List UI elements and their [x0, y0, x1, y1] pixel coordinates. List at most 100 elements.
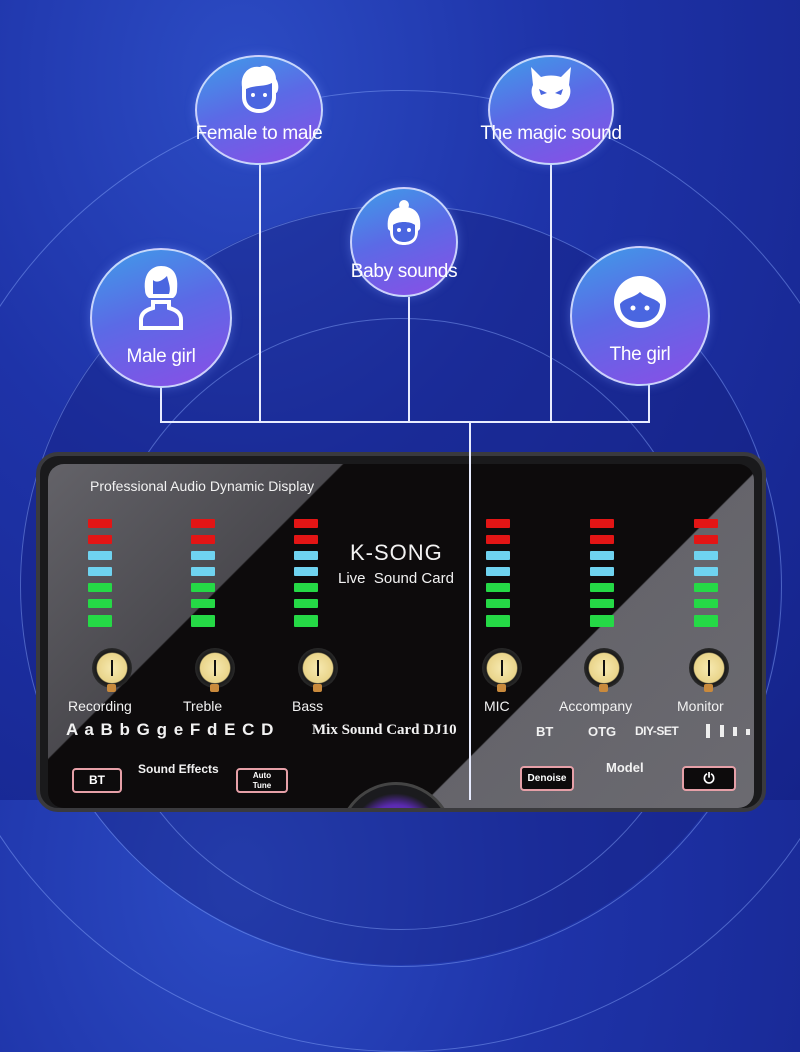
meter-segment-green [191, 583, 215, 592]
effect-label: The magic sound [480, 123, 622, 144]
meter-segment-green [590, 615, 614, 627]
effect-label: The girl [609, 344, 671, 365]
meter-segment-red [88, 535, 112, 544]
mode-diy-set: DIY-SET [635, 724, 679, 738]
knob-label: Bass [292, 698, 324, 714]
meter-segment-blue [191, 567, 215, 576]
meter-segment-blue [694, 551, 718, 560]
brand-subtitle: Live Sound Card [338, 570, 454, 587]
knob-label: Accompany [559, 698, 633, 714]
connector-line [648, 385, 650, 422]
meter-segment-green [486, 615, 510, 627]
girl-face-icon [614, 276, 666, 328]
model-name: Mix Sound Card DJ10 [312, 722, 457, 738]
meter-segment-blue [486, 551, 510, 560]
sound-card-device: Professional Audio Dynamic Display K-SON… [36, 452, 766, 812]
meter-segment-green [294, 615, 318, 627]
meter-segment-red [191, 535, 215, 544]
knob-bass[interactable] [298, 648, 338, 692]
meter-segment-red [294, 535, 318, 544]
meter-segment-green [590, 583, 614, 592]
effect-label: Male girl [126, 346, 196, 367]
effect-label: Baby sounds [350, 261, 458, 282]
power-button[interactable]: ⏻ [682, 766, 736, 791]
model-label: Model [606, 760, 644, 775]
woman-bust-icon [139, 266, 183, 330]
meter-segment-blue [294, 567, 318, 576]
effect-magic-sound[interactable]: The magic sound [480, 55, 622, 165]
connector-line [160, 385, 162, 422]
connector-line [259, 162, 261, 422]
meter-segment-blue [694, 567, 718, 576]
denoise-button[interactable]: Denoise [520, 766, 574, 791]
knob-label: MIC [484, 698, 510, 714]
meter-segment-green [486, 599, 510, 608]
devil-face-icon [531, 67, 571, 109]
knob-recording[interactable] [92, 648, 132, 692]
auto-tune-label: Tune [252, 781, 272, 790]
meter-segment-green [694, 583, 718, 592]
meter-segment-red [88, 519, 112, 528]
meter-segment-red [590, 519, 614, 528]
mode-indicator-bar [733, 727, 737, 736]
auto-tune-label: Auto [252, 771, 272, 780]
mode-bt: BT [536, 724, 554, 739]
meter-segment-blue [294, 551, 318, 560]
meter-segment-blue [590, 551, 614, 560]
meter-segment-red [486, 535, 510, 544]
meter-segment-green [88, 615, 112, 627]
connector-bus [160, 421, 650, 423]
meter-segment-green [294, 599, 318, 608]
effect-label: Female to male [195, 123, 323, 144]
brand-title: K-SONG [350, 540, 443, 565]
meter-segment-red [191, 519, 215, 528]
effect-baby-sounds[interactable]: Baby sounds [350, 187, 458, 297]
meter-segment-blue [88, 551, 112, 560]
meter-segment-red [694, 535, 718, 544]
meter-segment-blue [88, 567, 112, 576]
meter-segment-blue [590, 567, 614, 576]
knob-treble[interactable] [195, 648, 235, 692]
panel-reflection [48, 464, 754, 808]
knob-accompany[interactable] [584, 648, 624, 692]
mode-indicator-bar [720, 725, 724, 737]
effect-female-to-male[interactable]: Female to male [195, 55, 323, 165]
denoise-button-label: Denoise [527, 773, 567, 784]
meter-segment-green [88, 583, 112, 592]
meter-segment-green [590, 599, 614, 608]
knob-label: Recording [68, 698, 132, 714]
meter-segment-green [191, 599, 215, 608]
mode-otg: OTG [588, 724, 617, 739]
effect-male-girl[interactable]: Male girl [90, 248, 232, 388]
device-front-panel: Professional Audio Dynamic Display K-SON… [48, 464, 754, 808]
power-icon: ⏻ [703, 770, 715, 786]
connector-line [408, 297, 410, 422]
connector-line [550, 162, 552, 422]
meter-segment-green [486, 583, 510, 592]
connector-trunk [469, 421, 471, 800]
meter-segment-blue [191, 551, 215, 560]
effect-the-girl[interactable]: The girl [570, 246, 710, 386]
meter-segment-green [191, 615, 215, 627]
meter-segment-red [590, 535, 614, 544]
bt-button[interactable]: BT [72, 768, 122, 793]
meter-segment-red [294, 519, 318, 528]
effect-keys: A a B b G g e F d E C D [66, 720, 275, 739]
knob-monitor[interactable] [689, 648, 729, 692]
bt-button-label: BT [89, 773, 105, 787]
knob-label: Treble [183, 698, 223, 714]
knob-mic[interactable] [482, 648, 522, 692]
meter-segment-red [694, 519, 718, 528]
sound-effects-label: Sound Effects [138, 762, 219, 776]
display-title: Professional Audio Dynamic Display [90, 478, 315, 494]
meter-segment-green [694, 599, 718, 608]
mode-indicator-bar [746, 729, 750, 735]
meter-segment-red [486, 519, 510, 528]
boy-face-icon [241, 65, 279, 113]
meter-segment-green [294, 583, 318, 592]
auto-tune-button[interactable]: Auto Tune [236, 768, 288, 793]
meter-segment-blue [486, 567, 510, 576]
meter-segment-green [88, 599, 112, 608]
mode-indicator-bar [706, 724, 710, 738]
baby-face-icon [387, 200, 421, 245]
